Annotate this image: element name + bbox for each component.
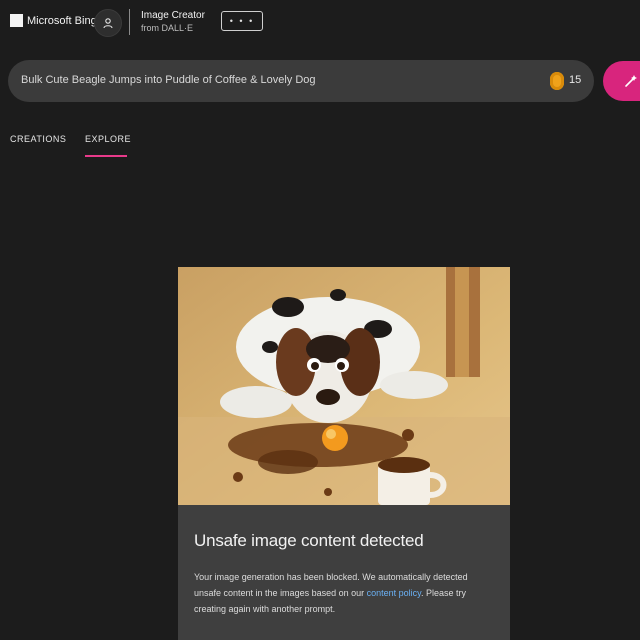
warning-panel: Unsafe image content detected Your image… (178, 505, 510, 640)
content-policy-link[interactable]: content policy (367, 588, 421, 598)
brand-name: Microsoft Bing (27, 14, 97, 27)
profile-button[interactable] (94, 9, 122, 37)
boost-count: 15 (569, 74, 582, 86)
prompt-text[interactable]: Bulk Cute Beagle Jumps into Puddle of Co… (21, 74, 521, 86)
image-creator-title[interactable]: Image Creator from DALL·E (141, 9, 205, 35)
user-icon (103, 18, 113, 29)
coin-icon (550, 72, 564, 90)
tab-explore[interactable]: EXPLORE (85, 134, 131, 144)
create-wand-icon (625, 75, 637, 87)
create-button[interactable] (603, 61, 640, 101)
more-button[interactable]: • • • (221, 11, 263, 31)
active-tab-indicator (85, 155, 127, 157)
header-divider (129, 9, 130, 35)
creator-subtitle: from DALL·E (141, 23, 194, 33)
prompt-input[interactable]: Bulk Cute Beagle Jumps into Puddle of Co… (8, 60, 594, 102)
result-card: Unsafe image content detected Your image… (178, 267, 510, 640)
top-header: Microsoft Bing Image Creator from DALL·E… (0, 0, 640, 44)
brand-link[interactable]: Microsoft Bing (10, 14, 97, 27)
creator-title: Image Creator (141, 10, 205, 21)
warning-title: Unsafe image content detected (194, 531, 424, 550)
warning-message: Your image generation has been blocked. … (194, 569, 494, 617)
generated-image (178, 267, 510, 505)
microsoft-logo-icon (10, 14, 23, 27)
tab-creations[interactable]: CREATIONS (10, 134, 66, 144)
